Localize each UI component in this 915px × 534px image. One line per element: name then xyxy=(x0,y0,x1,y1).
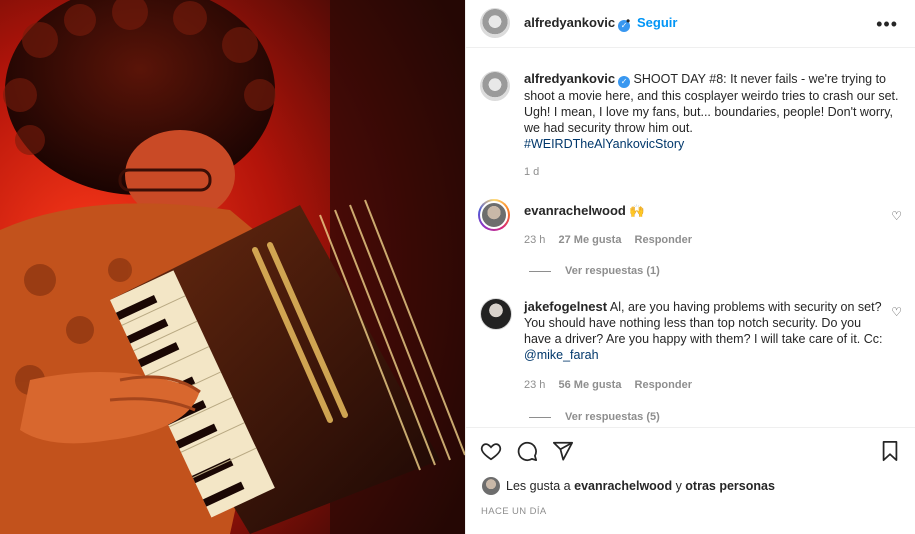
comment-body: evanrachelwood 🙌 xyxy=(524,203,884,219)
reply-button[interactable]: Responder xyxy=(635,234,692,246)
author-username[interactable]: alfredyankovic ✓ xyxy=(524,15,631,32)
post-details-panel: alfredyankovic ✓ • Seguir ••• alfredyanko… xyxy=(465,0,915,534)
accordion-player-image xyxy=(0,0,465,534)
view-replies-button[interactable]: Ver respuestas (5) xyxy=(529,411,660,423)
caption-author-avatar[interactable] xyxy=(480,71,510,101)
reply-button[interactable]: Responder xyxy=(635,379,692,391)
comment-likes-count[interactable]: 56 Me gusta xyxy=(558,379,621,391)
more-horizontal-icon[interactable]: ••• xyxy=(876,14,898,35)
instagram-post-view: alfredyankovic ✓ • Seguir ••• alfredyanko… xyxy=(0,0,915,534)
comment-meta: 23 h 56 Me gusta Responder xyxy=(524,379,702,391)
caption-username[interactable]: alfredyankovic xyxy=(524,71,615,86)
comment-time[interactable]: 23 h xyxy=(524,234,545,246)
replies-line xyxy=(529,416,551,418)
separator-dot: • xyxy=(626,14,631,28)
author-avatar[interactable] xyxy=(480,8,510,38)
likes-user[interactable]: evanrachelwood xyxy=(574,479,672,493)
liker-avatar[interactable] xyxy=(482,477,500,495)
comment-text: 🙌 xyxy=(629,204,645,218)
post-actions: Les gusta a evanrachelwood y otras perso… xyxy=(466,427,915,534)
replies-line xyxy=(529,270,551,272)
comment-like-heart-icon[interactable]: ♡ xyxy=(891,209,902,223)
follow-button[interactable]: Seguir xyxy=(637,15,677,30)
comment-icon[interactable] xyxy=(516,440,538,465)
comment-like-heart-icon[interactable]: ♡ xyxy=(891,305,902,319)
comment-likes-count[interactable]: 27 Me gusta xyxy=(558,234,621,246)
commenter-avatar[interactable] xyxy=(480,298,512,330)
caption-hashtag[interactable]: #WEIRDTheAlYankovicStory xyxy=(524,137,684,151)
comments-list[interactable]: alfredyankovic ✓ SHOOT DAY #8: It never f… xyxy=(466,49,915,427)
verified-badge-icon: ✓ xyxy=(618,76,631,88)
caption-time[interactable]: 1 d xyxy=(524,166,539,178)
bookmark-icon[interactable] xyxy=(880,440,900,465)
comment-mention[interactable]: @mike_farah xyxy=(524,348,599,362)
likes-prefix: Les gusta a xyxy=(506,479,571,493)
post-photo[interactable] xyxy=(0,0,465,534)
likes-summary: Les gusta a evanrachelwood y otras perso… xyxy=(482,477,775,495)
likes-conj: y xyxy=(675,479,682,493)
author-username-text[interactable]: alfredyankovic xyxy=(524,15,615,30)
post-header: alfredyankovic ✓ • Seguir ••• xyxy=(466,0,915,48)
share-icon[interactable] xyxy=(552,440,574,465)
view-replies-button[interactable]: Ver respuestas (1) xyxy=(529,265,660,277)
view-replies-label[interactable]: Ver respuestas (5) xyxy=(565,411,660,423)
comment-meta: 23 h 27 Me gusta Responder xyxy=(524,234,702,246)
view-replies-label[interactable]: Ver respuestas (1) xyxy=(565,265,660,277)
comment-time[interactable]: 23 h xyxy=(524,379,545,391)
comment-username[interactable]: jakefogelnest xyxy=(524,299,607,314)
caption-body: alfredyankovic ✓ SHOOT DAY #8: It never f… xyxy=(524,71,906,152)
comment-username[interactable]: evanrachelwood xyxy=(524,203,626,218)
comment-body: jakefogelnest Al, are you having problem… xyxy=(524,299,884,363)
likes-others[interactable]: otras personas xyxy=(685,479,775,493)
commenter-avatar[interactable] xyxy=(478,199,510,231)
post-time-ago[interactable]: HACE UN DÍA xyxy=(481,506,547,517)
heart-icon[interactable] xyxy=(480,440,502,465)
